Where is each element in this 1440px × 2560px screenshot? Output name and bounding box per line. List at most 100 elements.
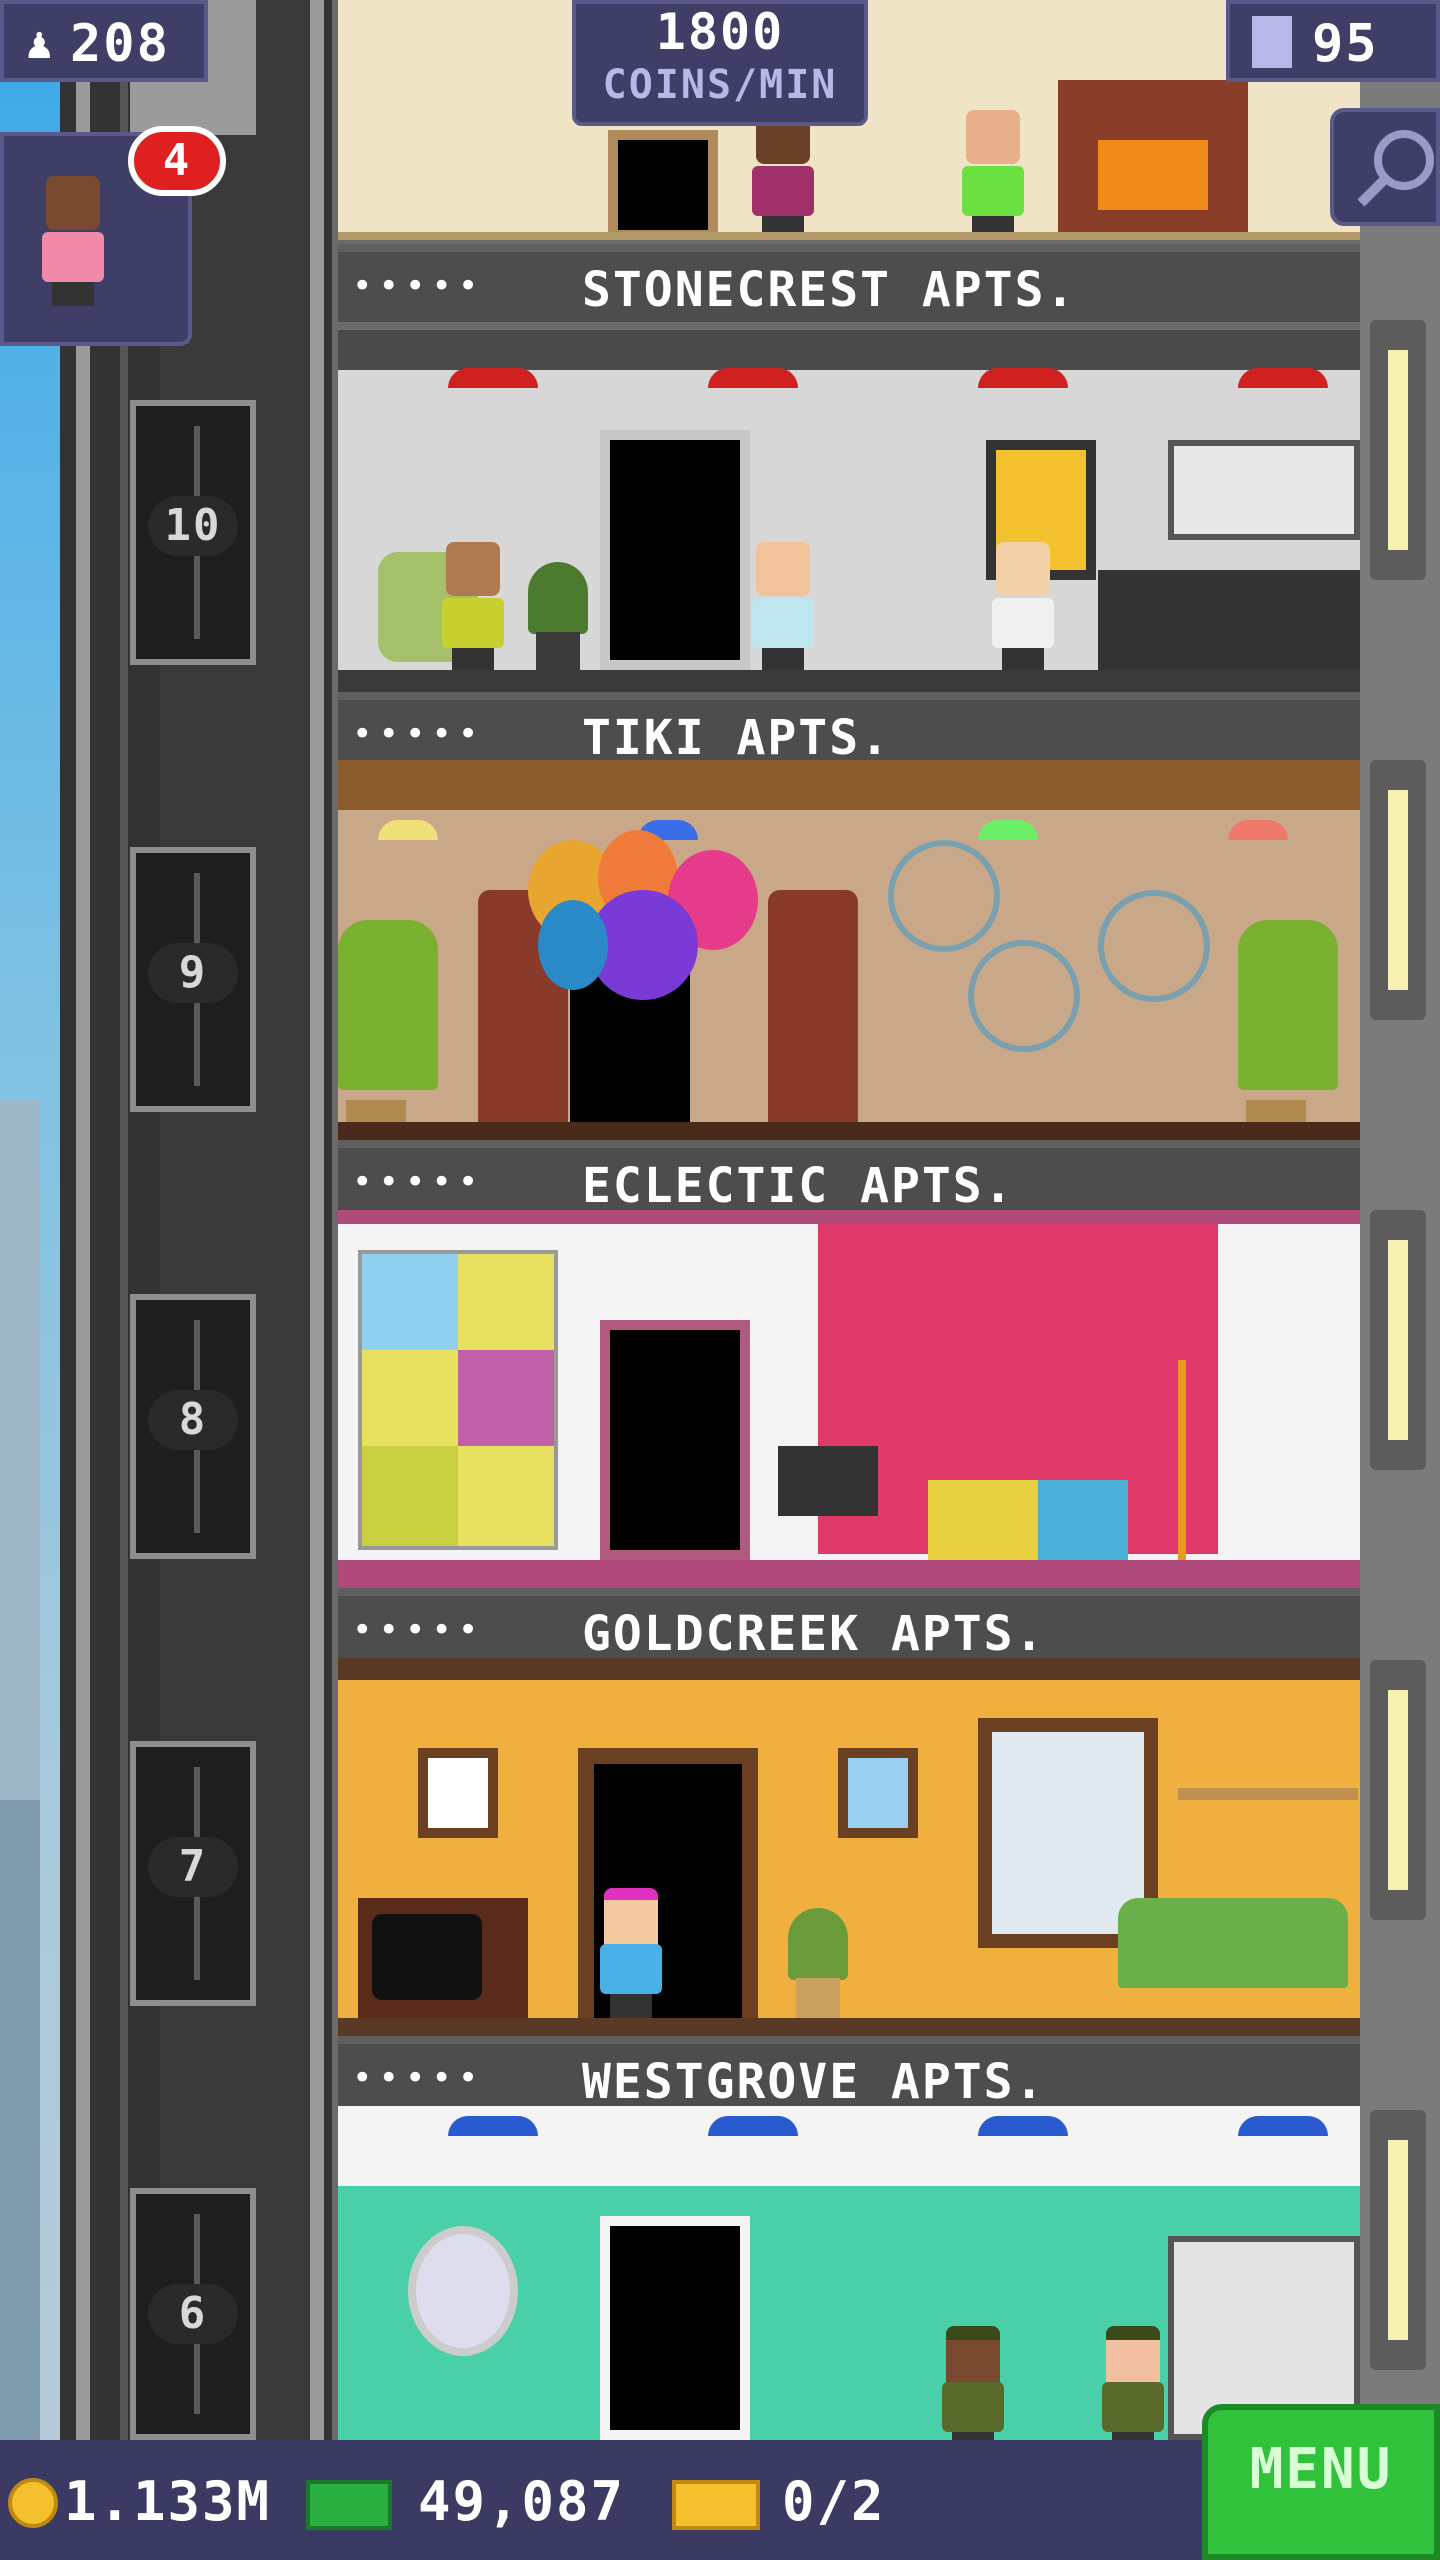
shaft-rail xyxy=(120,0,128,2440)
elevator-door-floor-9[interactable]: 9 xyxy=(130,847,256,1112)
old-tv xyxy=(358,1898,528,2018)
tower-window xyxy=(1370,2110,1426,2370)
ceiling-lamp xyxy=(708,368,798,388)
shaft-rail xyxy=(310,0,324,2440)
floor-boards xyxy=(338,1560,1360,1588)
tenant[interactable] xyxy=(988,542,1058,672)
ceiling-lamp xyxy=(1238,368,1328,388)
floor-star-rating: ••••• xyxy=(352,2058,485,2098)
floor-star-rating: ••••• xyxy=(352,1162,485,1202)
floor-6-interior[interactable] xyxy=(338,2106,1360,2440)
elevator-door-floor-7[interactable]: 7 xyxy=(130,1741,256,2006)
tenant[interactable] xyxy=(1098,2326,1168,2440)
floor-boards xyxy=(338,232,1360,240)
building-icon xyxy=(1252,16,1292,68)
elevator-door-floor-8[interactable]: 8 xyxy=(130,1294,256,1559)
floor-name: GOLDCREEK APTS. xyxy=(582,1606,1046,1662)
ceiling-lamp xyxy=(448,2116,538,2136)
ceiling-trim xyxy=(338,1658,1360,1680)
apartment-door xyxy=(600,430,750,670)
fire xyxy=(1098,140,1208,210)
picture-frame xyxy=(838,1748,918,1838)
population-counter[interactable]: ♟ 208 xyxy=(0,0,208,82)
tenant[interactable] xyxy=(958,110,1028,240)
ceiling xyxy=(338,330,1360,370)
ceiling-trim xyxy=(338,1210,1360,1224)
coins-per-minute-display[interactable]: 1800 COINS/MIN xyxy=(572,0,868,126)
tenant[interactable] xyxy=(596,1888,666,2018)
floor-name: TIKI APTS. xyxy=(582,710,891,766)
coins-value: 1.133M xyxy=(64,2470,272,2533)
shaft-inner xyxy=(160,0,310,2440)
potted-plant xyxy=(788,1908,848,2018)
bird-perch xyxy=(968,940,1080,1052)
floor-7-interior[interactable] xyxy=(338,1658,1360,2036)
sofa xyxy=(928,1480,1128,1560)
tenant[interactable] xyxy=(438,542,508,672)
bamboo-ceiling xyxy=(338,760,1360,810)
search-button[interactable] xyxy=(1330,108,1440,226)
coins-rate-value: 1800 xyxy=(655,3,785,61)
floor-label-goldcreek[interactable]: ••••• GOLDCREEK APTS. xyxy=(338,1588,1360,1666)
menu-button[interactable]: MENU xyxy=(1202,2404,1440,2560)
coins-rate-unit: COINS/MIN xyxy=(602,62,838,108)
visitor-avatar xyxy=(38,176,108,306)
magnifier-handle xyxy=(1357,175,1389,207)
picture-frame xyxy=(418,1748,498,1838)
potted-plant xyxy=(528,562,588,672)
tenant[interactable] xyxy=(748,542,818,672)
floor-star-rating: ••••• xyxy=(352,1610,485,1650)
tv-set xyxy=(778,1446,878,1516)
bird-perch xyxy=(1098,890,1210,1002)
balloon xyxy=(538,900,608,990)
coin-icon xyxy=(8,2478,58,2528)
ceiling-lamp xyxy=(708,2116,798,2136)
floor-star-rating: ••••• xyxy=(352,714,485,754)
bamboo-plant xyxy=(1238,920,1338,1140)
wall-shelf xyxy=(1178,1788,1358,1800)
floor-label-westgrove[interactable]: ••••• WESTGROVE APTS. xyxy=(338,2036,1360,2114)
bux-value: 49,087 xyxy=(418,2470,626,2533)
floor-star-rating: ••••• xyxy=(352,266,485,306)
floor-counter[interactable]: 95 xyxy=(1226,0,1440,82)
population-value: 208 xyxy=(70,14,170,74)
floor-name: STONECREST APTS. xyxy=(582,262,1077,318)
green-sofa xyxy=(1118,1898,1348,1988)
bamboo-plant xyxy=(338,920,438,1140)
ceiling-lamp xyxy=(978,820,1038,840)
sky-background xyxy=(0,0,60,2560)
floor-boards xyxy=(338,2018,1360,2036)
shaft-rail xyxy=(76,0,90,2440)
elevator-floor-number: 9 xyxy=(148,943,238,1003)
floor-9-interior[interactable] xyxy=(338,760,1360,1140)
tenant[interactable] xyxy=(938,2326,1008,2440)
vanity-mirror xyxy=(408,2226,518,2356)
cash-icon xyxy=(306,2480,392,2530)
fireplace xyxy=(1058,80,1248,240)
floor-boards xyxy=(338,1122,1360,1140)
city-building xyxy=(0,1800,40,2440)
elevator-door-floor-6[interactable]: 6 xyxy=(130,2188,256,2440)
bird-perch xyxy=(888,840,1000,952)
apartment-door xyxy=(600,2216,750,2440)
floor-10-interior[interactable] xyxy=(338,330,1360,700)
tower-window xyxy=(1370,320,1426,580)
floor-8-interior[interactable] xyxy=(338,1210,1360,1588)
tower-window xyxy=(1370,1660,1426,1920)
tenant[interactable] xyxy=(748,110,818,240)
cabinet xyxy=(1168,440,1360,540)
elevator-floor-number: 8 xyxy=(148,1390,238,1450)
ceiling-lamp xyxy=(1238,2116,1328,2136)
floor-label-stonecrest[interactable]: ••••• STONECREST APTS. xyxy=(338,244,1360,322)
tiki-statue xyxy=(768,890,858,1140)
floor-label-eclectic[interactable]: ••••• ECLECTIC APTS. xyxy=(338,1140,1360,1218)
ceiling-lamp xyxy=(978,368,1068,388)
tower-window xyxy=(1370,1210,1426,1470)
floor-lamp xyxy=(1178,1360,1226,1560)
elevator-floor-number: 10 xyxy=(148,496,238,556)
tower-window xyxy=(1370,760,1426,1020)
kitchen-counter xyxy=(1098,570,1360,670)
abstract-painting xyxy=(358,1250,558,1550)
elevator-door-floor-10[interactable]: 10 xyxy=(130,400,256,665)
floor-label-tiki[interactable]: ••••• TIKI APTS. xyxy=(338,692,1360,770)
